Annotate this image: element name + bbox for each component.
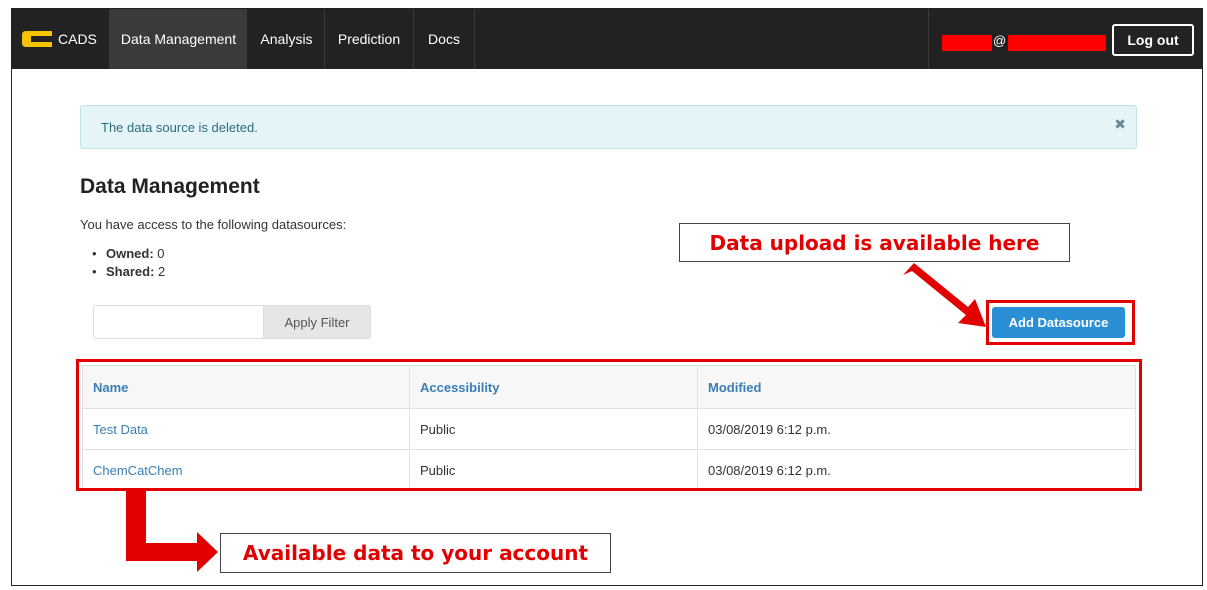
app-frame: CADS Data Management Analysis Prediction… [11,8,1203,586]
annotation-arrows [126,263,986,572]
upload-arrow-icon [903,263,986,327]
bent-arrow-icon [126,491,218,572]
